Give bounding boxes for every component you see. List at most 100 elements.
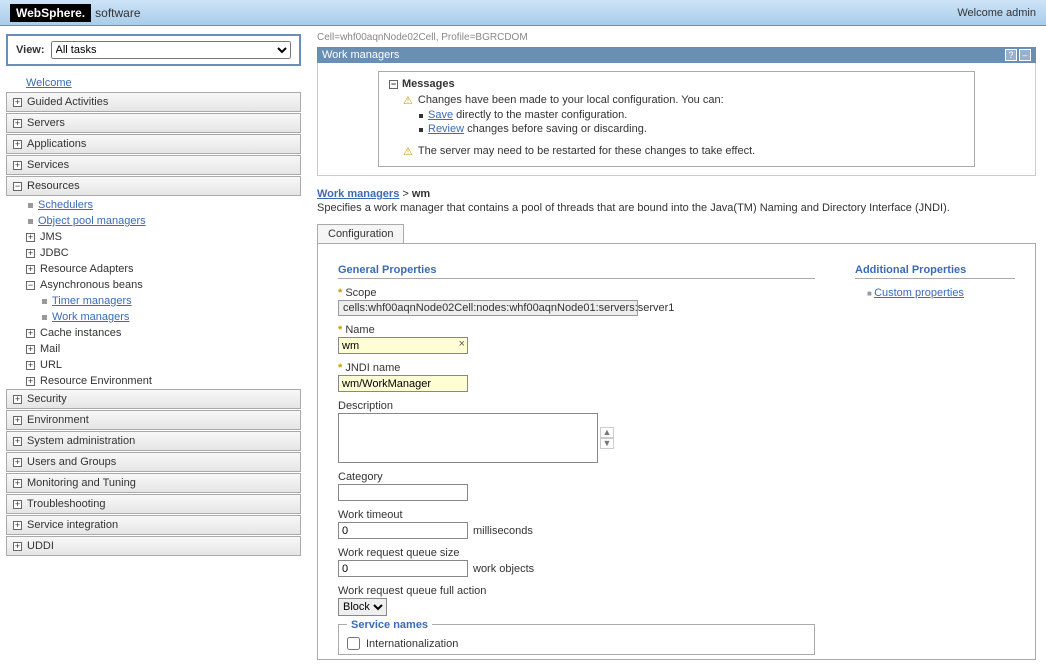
tree-schedulers[interactable]: Schedulers xyxy=(6,197,301,213)
nav-service-integration[interactable]: +Service integration xyxy=(6,515,301,535)
tree-jms[interactable]: +JMS xyxy=(6,229,301,245)
work-timeout-unit: milliseconds xyxy=(473,525,533,537)
work-request-queue-full-action-select[interactable]: Block xyxy=(338,598,387,616)
nav-servers[interactable]: +Servers xyxy=(6,113,301,133)
brand: WebSphere. software xyxy=(10,4,141,22)
collapse-icon[interactable]: − xyxy=(389,80,398,89)
expand-icon[interactable]: + xyxy=(13,416,22,425)
internationalization-checkbox[interactable] xyxy=(347,637,360,650)
nav-monitoring[interactable]: +Monitoring and Tuning xyxy=(6,473,301,493)
nav-troubleshooting[interactable]: +Troubleshooting xyxy=(6,494,301,514)
tree-work-managers[interactable]: Work managers xyxy=(6,309,301,325)
brand-logo: WebSphere. xyxy=(10,4,91,22)
tree-resource-adapters[interactable]: +Resource Adapters xyxy=(6,261,301,277)
msg-changes: Changes have been made to your local con… xyxy=(418,94,724,106)
save-rest: directly to the master configuration. xyxy=(453,109,627,121)
general-properties-title: General Properties xyxy=(338,264,815,279)
tree-jdbc[interactable]: +JDBC xyxy=(6,245,301,261)
warning-icon: ⚠ xyxy=(403,94,413,107)
category-label: Category xyxy=(338,471,815,483)
minimize-icon[interactable]: – xyxy=(1019,49,1031,61)
tree-object-pool[interactable]: Object pool managers xyxy=(6,213,301,229)
scope-label: Scope xyxy=(338,287,815,299)
nav-system-administration[interactable]: +System administration xyxy=(6,431,301,451)
collapse-icon[interactable]: − xyxy=(26,281,35,290)
expand-icon[interactable]: + xyxy=(13,542,22,551)
expand-icon[interactable]: + xyxy=(13,458,22,467)
nav-uddi[interactable]: +UDDI xyxy=(6,536,301,556)
expand-icon[interactable]: + xyxy=(13,479,22,488)
work-request-queue-size-input[interactable] xyxy=(338,560,468,577)
description-label: Description xyxy=(338,400,815,412)
nav-resources[interactable]: −Resources xyxy=(6,176,301,196)
expand-icon[interactable]: + xyxy=(13,140,22,149)
jndi-input[interactable] xyxy=(338,375,468,392)
scope-value: cells:whf00aqnNode02Cell:nodes:whf00aqnN… xyxy=(338,300,638,316)
nav-services[interactable]: +Services xyxy=(6,155,301,175)
expand-icon[interactable]: + xyxy=(26,345,35,354)
page-description: Specifies a work manager that contains a… xyxy=(317,202,1036,214)
expand-icon[interactable]: + xyxy=(26,361,35,370)
bullet-icon xyxy=(419,114,423,118)
tree-mail[interactable]: +Mail xyxy=(6,341,301,357)
expand-icon[interactable]: + xyxy=(13,161,22,170)
service-names-title: Service names xyxy=(347,619,432,631)
left-nav: View: All tasks Welcome +Guided Activiti… xyxy=(0,26,307,664)
service-names-box: Service names Internationalization xyxy=(338,624,815,655)
tree-async-beans[interactable]: −Asynchronous beans xyxy=(6,277,301,293)
custom-properties-link[interactable]: Custom properties xyxy=(874,287,964,299)
work-timeout-label: Work timeout xyxy=(338,509,815,521)
breadcrumb-current: wm xyxy=(412,188,430,200)
expand-icon[interactable]: + xyxy=(13,119,22,128)
nav-applications[interactable]: +Applications xyxy=(6,134,301,154)
nav-security[interactable]: +Security xyxy=(6,389,301,409)
expand-icon[interactable]: + xyxy=(13,437,22,446)
clear-icon[interactable]: × xyxy=(459,338,465,350)
tree-url[interactable]: +URL xyxy=(6,357,301,373)
tab-configuration[interactable]: Configuration xyxy=(317,224,404,243)
messages-header: Messages xyxy=(402,78,455,90)
nav-guided-activities[interactable]: +Guided Activities xyxy=(6,92,301,112)
expand-icon[interactable]: + xyxy=(26,233,35,242)
nav-welcome[interactable]: Welcome xyxy=(6,74,301,92)
internationalization-label: Internationalization xyxy=(366,638,458,650)
view-label: View: xyxy=(16,44,45,56)
expand-icon[interactable]: + xyxy=(26,377,35,386)
review-rest: changes before saving or discarding. xyxy=(464,123,647,135)
panel-title-bar: Work managers ? – xyxy=(317,47,1036,63)
additional-properties-title: Additional Properties xyxy=(855,264,1015,279)
tree-timer-managers[interactable]: Timer managers xyxy=(6,293,301,309)
brand-sub: software xyxy=(95,6,140,20)
tree-cache-instances[interactable]: +Cache instances xyxy=(6,325,301,341)
expand-icon[interactable]: + xyxy=(26,329,35,338)
msg-restart: The server may need to be restarted for … xyxy=(418,145,755,157)
scroll-down-icon[interactable]: ▼ xyxy=(600,438,614,449)
expand-icon[interactable]: + xyxy=(26,265,35,274)
name-input[interactable] xyxy=(338,337,468,354)
help-icon[interactable]: ? xyxy=(1005,49,1017,61)
bullet-icon xyxy=(419,128,423,132)
header-bar: WebSphere. software Welcome admin xyxy=(0,0,1046,26)
panel-title-text: Work managers xyxy=(322,49,399,61)
expand-icon[interactable]: + xyxy=(13,500,22,509)
breadcrumb-link[interactable]: Work managers xyxy=(317,188,399,200)
category-input[interactable] xyxy=(338,484,468,501)
expand-icon[interactable]: + xyxy=(13,98,22,107)
work-request-queue-size-label: Work request queue size xyxy=(338,547,815,559)
work-timeout-input[interactable] xyxy=(338,522,468,539)
expand-icon[interactable]: + xyxy=(13,395,22,404)
scroll-up-icon[interactable]: ▲ xyxy=(600,427,614,438)
tree-resource-env[interactable]: +Resource Environment xyxy=(6,373,301,389)
collapse-icon[interactable]: − xyxy=(13,182,22,191)
review-link[interactable]: Review xyxy=(428,123,464,135)
work-request-queue-size-unit: work objects xyxy=(473,563,534,575)
nav-users-groups[interactable]: +Users and Groups xyxy=(6,452,301,472)
expand-icon[interactable]: + xyxy=(26,249,35,258)
expand-icon[interactable]: + xyxy=(13,521,22,530)
name-label: Name xyxy=(338,324,815,336)
save-link[interactable]: Save xyxy=(428,109,453,121)
nav-environment[interactable]: +Environment xyxy=(6,410,301,430)
description-input[interactable] xyxy=(338,413,598,463)
view-select[interactable]: All tasks xyxy=(51,41,291,59)
resources-tree: Schedulers Object pool managers +JMS +JD… xyxy=(6,197,301,389)
